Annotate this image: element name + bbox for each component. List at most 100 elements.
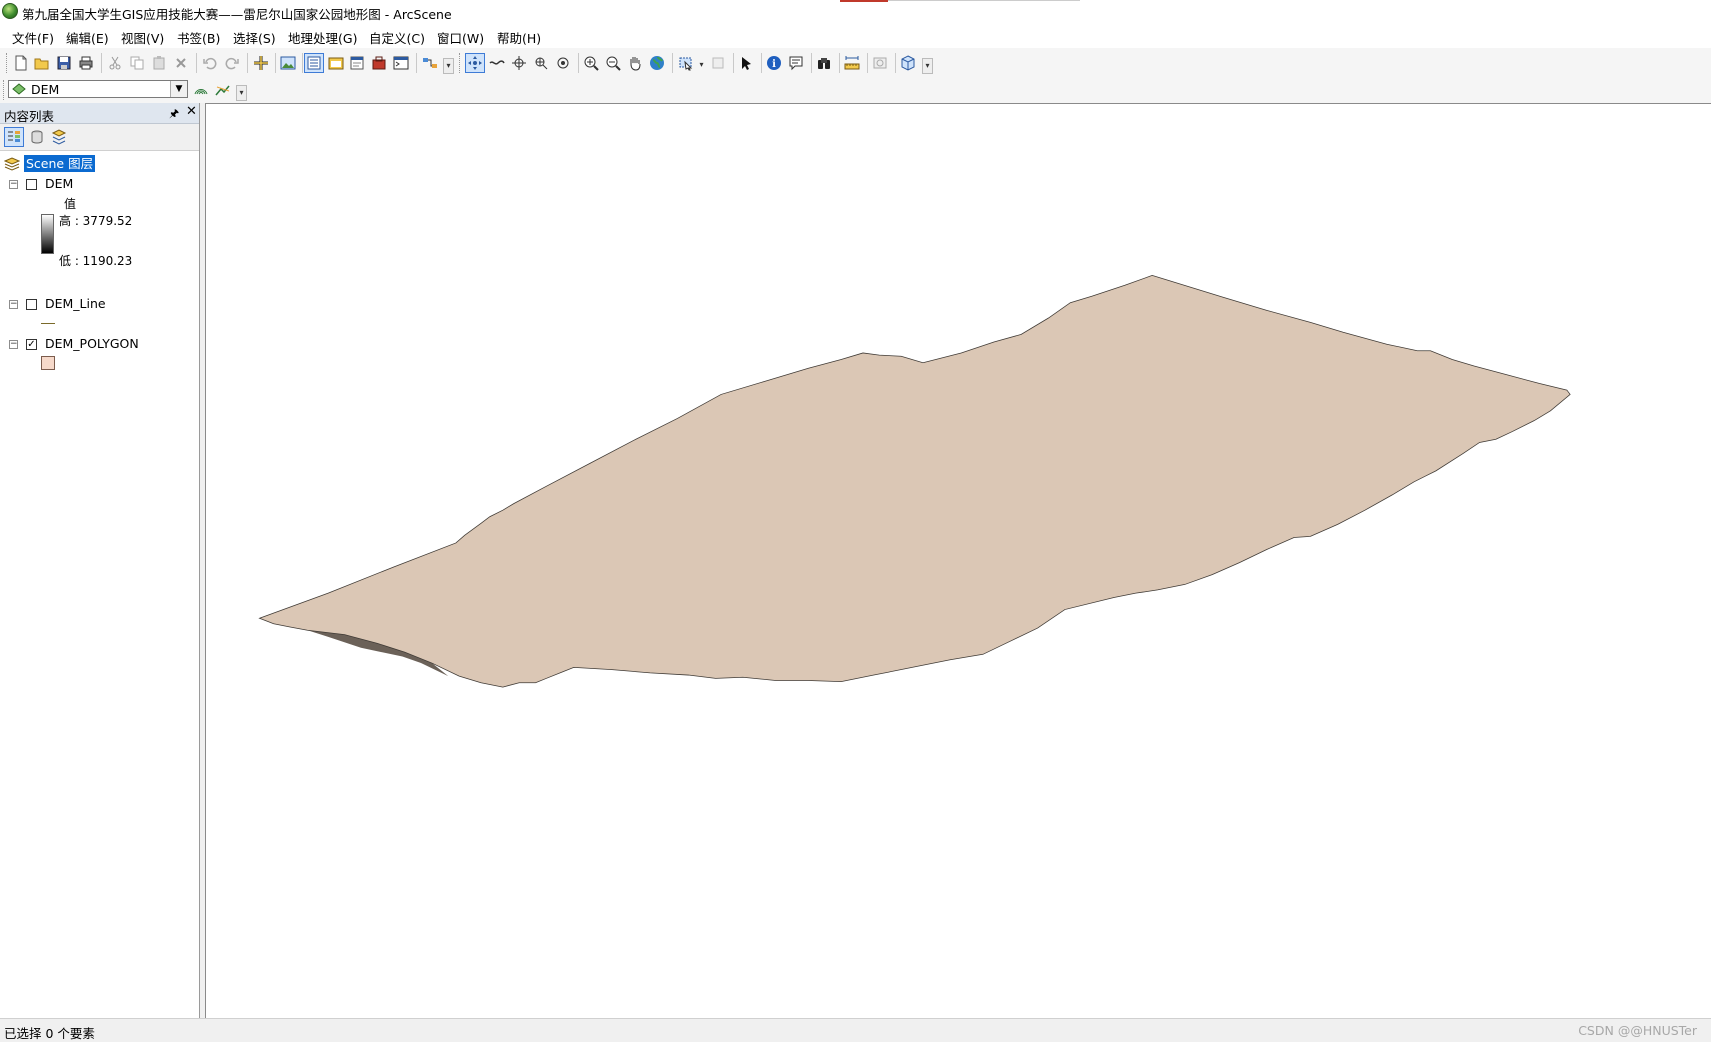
elevation-color-ramp xyxy=(41,214,54,254)
open-folder-icon[interactable] xyxy=(32,53,52,73)
select-elements-arrow-icon[interactable] xyxy=(736,53,756,73)
watermark-text: CSDN @@HNUSTer xyxy=(1578,1023,1697,1038)
menu-edit[interactable]: 编辑(E) xyxy=(64,28,111,47)
menu-help[interactable]: 帮助(H) xyxy=(495,28,543,47)
find-binoculars-icon[interactable] xyxy=(814,53,834,73)
list-by-source-icon[interactable] xyxy=(27,127,47,147)
list-by-visibility-icon[interactable] xyxy=(49,127,69,147)
layer-name-dem-line[interactable]: DEM_Line xyxy=(45,296,106,311)
toolbar-grip[interactable] xyxy=(459,53,463,73)
redo-icon[interactable] xyxy=(222,53,242,73)
expand-collapse-icon[interactable]: − xyxy=(9,340,18,349)
full-extent-globe-icon[interactable] xyxy=(647,53,667,73)
toolbar-separator xyxy=(839,53,840,73)
pin-icon[interactable]: 🖈 xyxy=(169,105,179,124)
toolbar-separator xyxy=(302,53,303,73)
delete-icon[interactable] xyxy=(171,53,191,73)
list-by-drawing-order-icon[interactable] xyxy=(4,127,24,147)
html-popup-icon[interactable] xyxy=(786,53,806,73)
standard-toolbar: ▾ ▾ i ▾ xyxy=(0,48,1711,78)
toolbar-separator xyxy=(247,53,248,73)
close-icon[interactable]: ✕ xyxy=(186,104,197,119)
scene-3d-view[interactable] xyxy=(205,103,1711,1018)
menu-bookmarks[interactable]: 书签(B) xyxy=(175,28,222,47)
set-observer-icon[interactable] xyxy=(553,53,573,73)
search-window-icon[interactable] xyxy=(347,53,367,73)
zoom-to-target-icon[interactable] xyxy=(531,53,551,73)
layer-dropdown[interactable]: DEM ▼ xyxy=(8,80,188,98)
target-center-icon[interactable] xyxy=(509,53,529,73)
zoom-in-icon[interactable] xyxy=(581,53,601,73)
arcscene-logo-icon xyxy=(2,3,18,19)
analyst-toolbar xyxy=(0,78,1711,103)
paste-icon[interactable] xyxy=(149,53,169,73)
save-icon[interactable] xyxy=(54,53,74,73)
copy-icon[interactable] xyxy=(127,53,147,73)
navigate-icon[interactable] xyxy=(465,53,485,73)
toolbar-separator xyxy=(761,53,762,73)
toolbar-separator xyxy=(867,53,868,73)
python-window-icon[interactable] xyxy=(391,53,411,73)
add-data-icon[interactable] xyxy=(251,53,271,73)
menu-geoprocessing[interactable]: 地理处理(G) xyxy=(286,28,359,47)
animation-window-icon[interactable] xyxy=(870,53,890,73)
toolbar-separator xyxy=(811,53,812,73)
menu-customize[interactable]: 自定义(C) xyxy=(367,28,427,47)
scene-layers-label[interactable]: Scene 图层 xyxy=(24,155,96,172)
legend-low-label: 低 : 1190.23 xyxy=(59,254,133,268)
raster-layer-icon xyxy=(12,83,26,95)
toolbar-grip[interactable] xyxy=(6,53,10,73)
identify-icon[interactable]: i xyxy=(764,53,784,73)
3d-cube-icon[interactable] xyxy=(898,53,918,73)
fly-icon[interactable] xyxy=(487,53,507,73)
layer-name-dem-polygon[interactable]: DEM_POLYGON xyxy=(45,336,139,351)
clear-selection-icon[interactable] xyxy=(708,53,728,73)
layer-visibility-checkbox[interactable] xyxy=(26,299,37,310)
layers-stack-icon xyxy=(4,157,20,171)
menu-file[interactable]: 文件(F) xyxy=(10,28,56,47)
toolbar-overflow-chevron[interactable]: ▾ xyxy=(922,58,933,74)
terrain-surface xyxy=(258,275,1571,688)
layer-name-dem[interactable]: DEM xyxy=(45,176,73,191)
legend-value-title: 值 xyxy=(64,197,77,211)
arctoolbox-icon[interactable] xyxy=(369,53,389,73)
print-icon[interactable] xyxy=(76,53,96,73)
cut-icon[interactable] xyxy=(105,53,125,73)
title-accent-bar xyxy=(840,0,888,2)
zoom-out-icon[interactable] xyxy=(603,53,623,73)
layer-visibility-checkbox[interactable] xyxy=(26,179,37,190)
legend-high-label: 高 : 3779.52 xyxy=(59,214,133,228)
measure-icon[interactable] xyxy=(842,53,862,73)
toolbar-separator xyxy=(578,53,579,73)
toolbar-separator xyxy=(672,53,673,73)
menu-selection[interactable]: 选择(S) xyxy=(231,28,278,47)
toolbar-overflow-chevron[interactable]: ▾ xyxy=(236,85,247,101)
line-of-sight-icon[interactable] xyxy=(213,80,233,100)
toolbar-separator xyxy=(101,53,102,73)
scene-properties-icon[interactable] xyxy=(278,53,298,73)
catalog-icon[interactable] xyxy=(326,53,346,73)
toolbar-separator xyxy=(416,53,417,73)
select-dropdown-icon[interactable]: ▾ xyxy=(697,58,706,72)
toolbar-grip[interactable] xyxy=(3,80,7,100)
menu-window[interactable]: 窗口(W) xyxy=(435,28,486,47)
expand-collapse-icon[interactable]: − xyxy=(9,300,18,309)
expand-collapse-icon[interactable]: − xyxy=(9,180,18,189)
toc-toolbar xyxy=(0,124,199,151)
contour-icon[interactable] xyxy=(191,80,211,100)
chevron-down-icon[interactable]: ▼ xyxy=(170,81,187,97)
undo-icon[interactable] xyxy=(200,53,220,73)
new-document-icon[interactable] xyxy=(11,53,31,73)
toc-header: 内容列表 🖈 ✕ xyxy=(0,103,199,124)
window-title: 第九届全国大学生GIS应用技能大赛——雷尼尔山国家公园地形图 - ArcScen… xyxy=(22,7,452,22)
pan-icon[interactable] xyxy=(625,53,645,73)
terrain-render xyxy=(258,275,1571,688)
toolbar-separator xyxy=(196,53,197,73)
table-of-contents-icon[interactable] xyxy=(304,53,324,73)
select-features-icon[interactable] xyxy=(676,53,696,73)
model-builder-icon[interactable] xyxy=(420,53,440,73)
layer-visibility-checkbox-checked[interactable]: ✓ xyxy=(26,339,37,350)
title-divider xyxy=(888,0,1080,1)
toolbar-overflow-chevron[interactable]: ▾ xyxy=(443,58,454,74)
menu-view[interactable]: 视图(V) xyxy=(119,28,166,47)
